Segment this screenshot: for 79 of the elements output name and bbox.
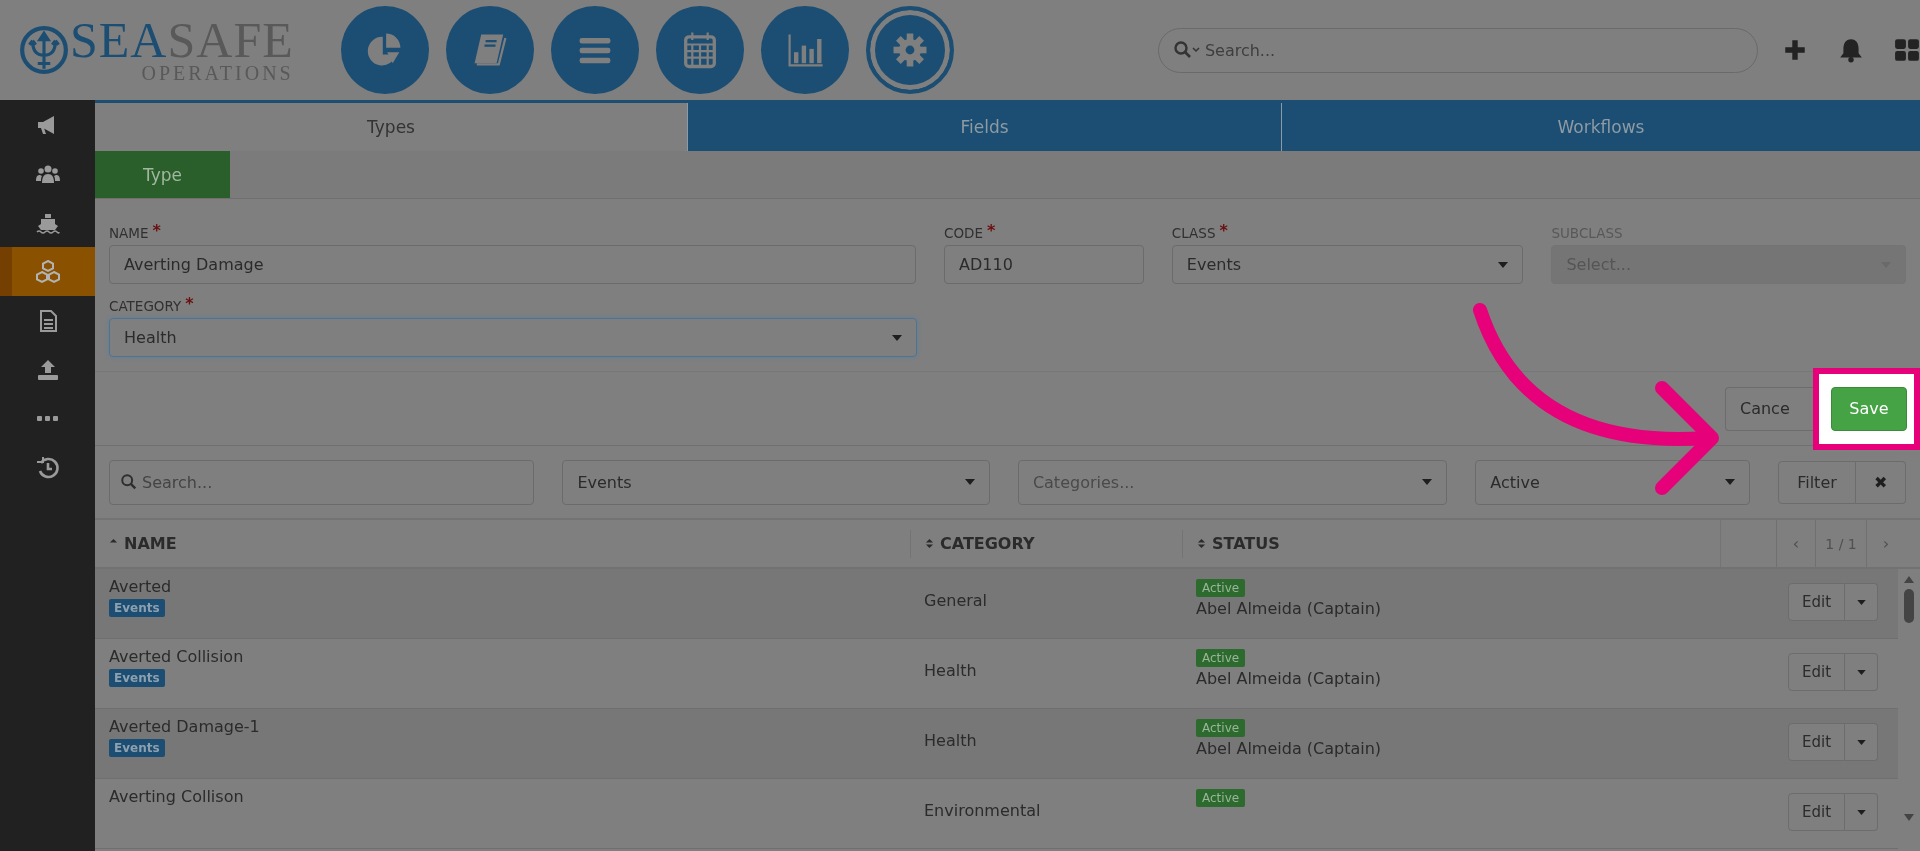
dropdown-button[interactable] xyxy=(1845,723,1878,761)
caret-icon xyxy=(1422,479,1433,485)
required-mark: * xyxy=(152,221,161,240)
column-header[interactable]: NAME xyxy=(124,534,177,553)
category-cell-text: Health xyxy=(924,661,978,680)
bell-icon[interactable] xyxy=(1838,37,1864,63)
caret-icon xyxy=(1856,739,1866,745)
class-tag: Events xyxy=(109,669,165,687)
scrollbar-thumb[interactable] xyxy=(1904,589,1914,623)
logo-wordmark-sea: SEA xyxy=(70,12,168,68)
dots-icon xyxy=(37,416,58,421)
input-field[interactable]: Averting Damage xyxy=(109,245,917,284)
filter-select[interactable]: Active xyxy=(1475,459,1750,505)
owner-name: Abel Almeida (Captain) xyxy=(1196,669,1382,688)
edit-button[interactable]: Edit xyxy=(1788,583,1845,621)
filter-button[interactable]: Filter xyxy=(1778,460,1856,504)
edit-button[interactable]: Edit xyxy=(1788,653,1845,691)
save-button[interactable]: Save xyxy=(1831,386,1907,431)
dropdown-button[interactable] xyxy=(1845,653,1878,691)
search-icon xyxy=(120,473,138,491)
tab[interactable]: Workflows xyxy=(1281,103,1920,151)
caret-icon xyxy=(1856,599,1866,605)
grid-icon[interactable] xyxy=(1894,37,1920,63)
next-page-button[interactable]: › xyxy=(1866,520,1905,567)
caret-icon xyxy=(964,479,975,485)
field-label: CLASS xyxy=(1171,224,1216,241)
history-icon xyxy=(35,455,60,480)
dropdown-button[interactable] xyxy=(1845,583,1878,621)
status-badge: Active xyxy=(1196,579,1246,597)
class-tag: Events xyxy=(109,599,165,617)
status-badge: Active xyxy=(1196,649,1246,667)
boxes-icon xyxy=(35,259,60,284)
caret-icon xyxy=(1498,261,1509,268)
search-icon xyxy=(1172,40,1203,60)
select-field[interactable]: Events xyxy=(1171,245,1524,284)
select-field[interactable]: Health xyxy=(109,318,917,357)
upload-icon xyxy=(35,357,60,382)
edit-button[interactable]: Edit xyxy=(1788,793,1845,831)
column-header[interactable]: CATEGORY xyxy=(940,534,1035,553)
scroll-up-icon[interactable] xyxy=(1904,575,1914,583)
sort-icon[interactable] xyxy=(925,537,934,550)
subtab[interactable]: Type xyxy=(95,151,230,198)
type-name: Averting Collison xyxy=(109,787,244,806)
field-label: CODE xyxy=(944,224,984,241)
sort-icon[interactable] xyxy=(1197,537,1206,550)
owner-name: Abel Almeida (Captain) xyxy=(1196,599,1382,618)
type-name: Averted Damage-1 xyxy=(109,717,260,736)
required-mark: * xyxy=(1219,221,1228,240)
category-cell-text: Health xyxy=(924,731,978,750)
previous-page-button[interactable]: ‹ xyxy=(1776,520,1815,567)
cancel-button[interactable]: Cance xyxy=(1725,386,1813,431)
type-name: Averted xyxy=(109,577,172,596)
category-cell-text: General xyxy=(924,591,989,610)
status-badge: Active xyxy=(1196,789,1246,807)
search-field[interactable]: Search... xyxy=(109,459,535,505)
edit-button[interactable]: Edit xyxy=(1788,723,1845,761)
clear-button[interactable]: ✖ xyxy=(1856,460,1906,504)
field-label: CATEGORY xyxy=(109,297,182,314)
column-header[interactable]: STATUS xyxy=(1212,534,1280,553)
class-tag: Events xyxy=(109,739,165,757)
caret-icon xyxy=(892,334,902,341)
scroll-down-icon[interactable] xyxy=(1904,814,1914,822)
caret-icon xyxy=(1856,669,1866,675)
required-mark: * xyxy=(185,294,194,313)
type-name: Averted Collision xyxy=(109,647,244,666)
boxes-sidebar-item[interactable] xyxy=(0,247,95,296)
field-label: NAME xyxy=(109,224,149,241)
required-mark: * xyxy=(987,221,996,240)
filter-select[interactable]: Events xyxy=(562,459,990,505)
owner-name: Abel Almeida (Captain) xyxy=(1196,739,1382,758)
trident-logo-icon xyxy=(18,24,70,76)
caret-icon xyxy=(1725,479,1735,485)
plus-icon[interactable] xyxy=(1782,37,1808,63)
dropdown-button[interactable] xyxy=(1845,793,1878,831)
input-field[interactable]: AD110 xyxy=(944,245,1144,284)
tab[interactable]: Fields xyxy=(687,103,1281,151)
caret-icon xyxy=(1856,809,1866,815)
category-cell-text: Environmental xyxy=(924,801,1042,820)
status-badge: Active xyxy=(1196,719,1246,737)
